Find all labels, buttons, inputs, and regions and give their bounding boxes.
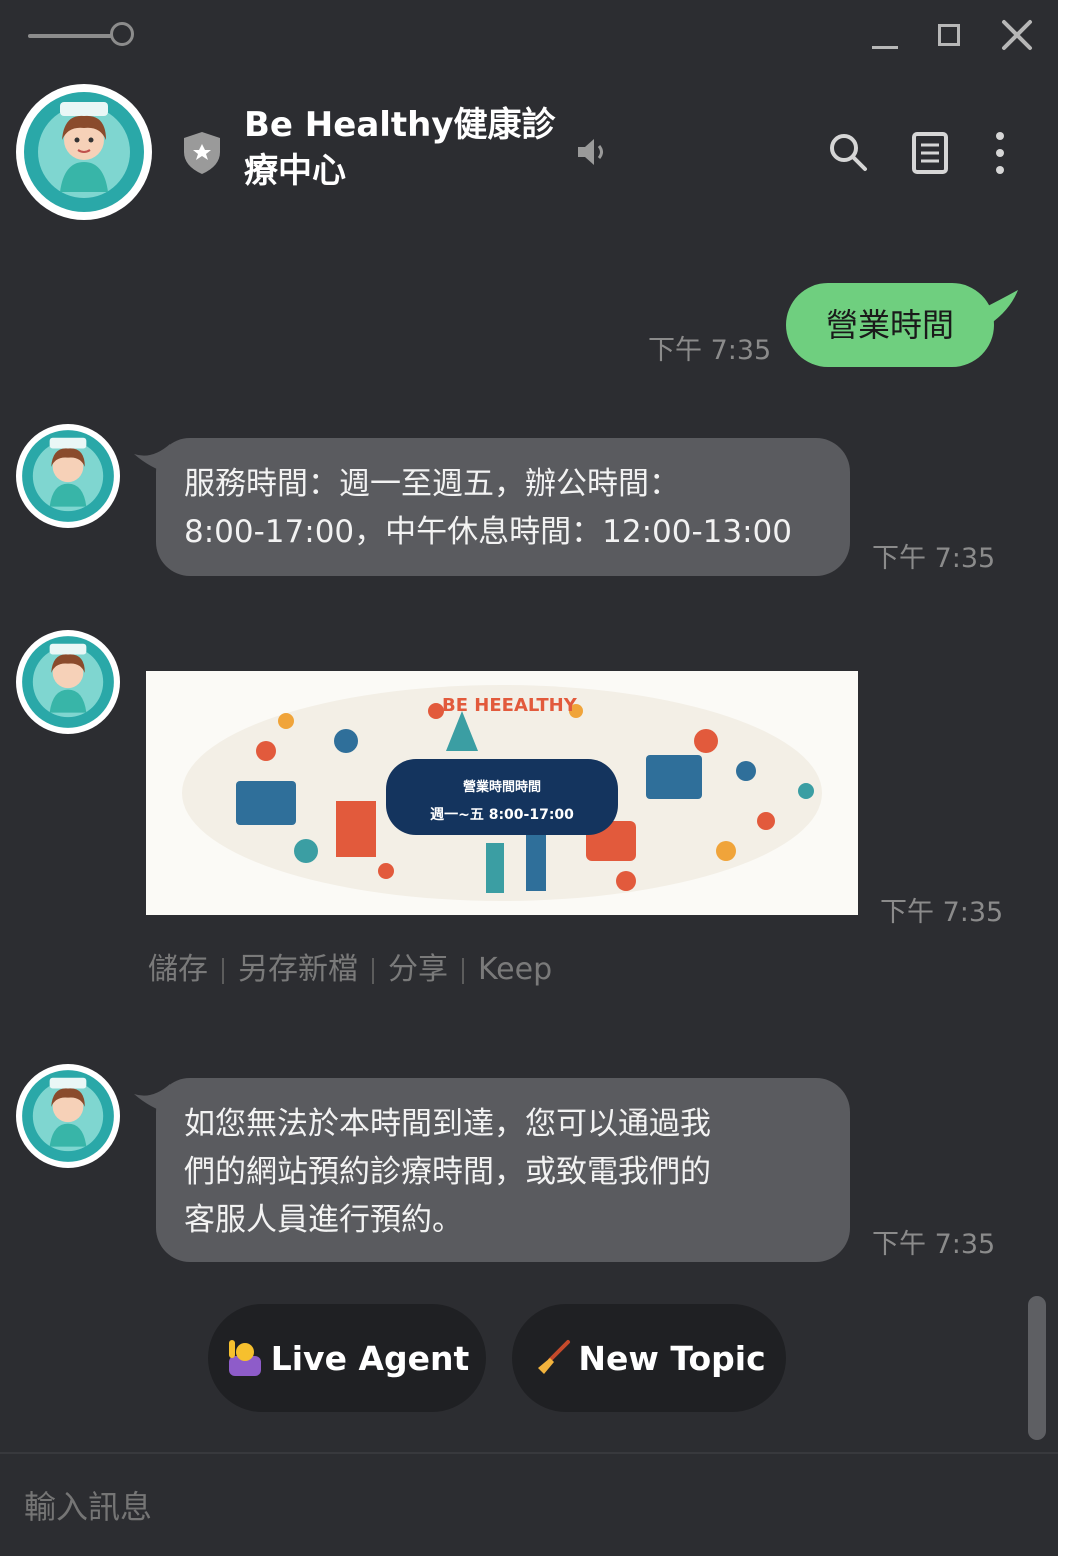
bubble-tail <box>980 290 1018 324</box>
message-time: 下午 7:35 <box>648 335 772 366</box>
image-brand-text: BE HEEALTHY <box>442 695 578 716</box>
maximize-icon <box>938 24 960 46</box>
new-topic-button[interactable]: New Topic <box>512 1304 786 1412</box>
chat-title: Be Healthy健康診 療中心 <box>244 102 564 194</box>
person-raising-hand-icon <box>228 1340 261 1376</box>
save-action[interactable]: 儲存 <box>148 944 208 988</box>
input-divider <box>0 1452 1058 1454</box>
divider <box>372 957 374 984</box>
outgoing-message-bubble[interactable]: 營業時間 <box>786 283 994 367</box>
message-input[interactable] <box>22 1488 446 1527</box>
chat-window: Be Healthy健康診 療中心 下午 7:35 營業時間 服務時間：週一至週… <box>0 0 1058 1556</box>
new-topic-label: New Topic <box>578 1338 766 1378</box>
divider <box>462 957 464 984</box>
chat-title-line1: Be Healthy健康診 <box>244 105 556 145</box>
notes-icon[interactable] <box>910 130 950 176</box>
bot-avatar[interactable] <box>16 630 120 734</box>
incoming-message-bubble[interactable]: 如您無法於本時間到達，您可以通過我 們的網站預約診療時間，或致電我們的 客服人員… <box>156 1078 850 1262</box>
maximize-button[interactable] <box>930 14 974 58</box>
message-time: 下午 7:35 <box>880 897 1004 928</box>
health-illustration: BE HEEALTHY 營業時間時間 週一~五 8:00-17:00 <box>182 685 822 901</box>
shield-badge-icon <box>184 132 220 174</box>
image-caption-title: 營業時間時間 <box>463 779 541 795</box>
divider <box>222 957 224 984</box>
message-text-line: 客服人員進行預約。 <box>184 1202 463 1238</box>
message-text-line: 如您無法於本時間到達，您可以通過我 <box>184 1106 711 1142</box>
close-button[interactable] <box>996 14 1040 58</box>
bot-avatar[interactable] <box>16 424 120 528</box>
live-agent-label: Live Agent <box>270 1338 470 1378</box>
incoming-message-bubble[interactable]: 服務時間：週一至週五，辦公時間： 8:00-17:00，中午休息時間：12:00… <box>156 438 850 576</box>
bot-avatar[interactable] <box>16 1064 120 1168</box>
save-as-action[interactable]: 另存新檔 <box>238 944 358 988</box>
search-icon[interactable] <box>826 130 870 174</box>
broom-icon <box>538 1340 571 1374</box>
nurse-avatar-icon <box>24 92 144 212</box>
chat-title-line2: 療中心 <box>244 151 346 191</box>
opacity-slider-knob[interactable] <box>110 22 134 46</box>
minimize-button[interactable] <box>864 14 908 58</box>
share-action[interactable]: 分享 <box>388 944 448 988</box>
message-time: 下午 7:35 <box>872 1229 996 1260</box>
chat-avatar[interactable] <box>16 84 152 220</box>
live-agent-button[interactable]: Live Agent <box>208 1304 486 1412</box>
image-caption-hours: 週一~五 8:00-17:00 <box>430 807 574 823</box>
message-text-line: 8:00-17:00，中午休息時間：12:00-13:00 <box>184 514 792 550</box>
keep-action[interactable]: Keep <box>478 952 552 987</box>
message-text-line: 服務時間：週一至週五，辦公時間： <box>184 466 680 502</box>
page-edge <box>1058 0 1074 1556</box>
more-options-icon[interactable] <box>988 130 1012 176</box>
image-actions: 儲存 另存新檔 分享 Keep <box>148 944 552 988</box>
scrollbar[interactable] <box>1028 1296 1046 1440</box>
nurse-avatar-icon <box>22 1070 114 1162</box>
nurse-avatar-icon <box>22 430 114 522</box>
nurse-avatar-icon <box>22 636 114 728</box>
message-text-line: 們的網站預約診療時間，或致電我們的 <box>184 1154 711 1190</box>
opacity-slider-track[interactable] <box>28 34 112 38</box>
close-icon <box>1002 20 1032 50</box>
minimize-icon <box>872 46 898 49</box>
message-time: 下午 7:35 <box>872 543 996 574</box>
business-hours-image[interactable]: BE HEEALTHY 營業時間時間 週一~五 8:00-17:00 <box>146 671 858 915</box>
speaker-icon[interactable] <box>574 134 610 170</box>
